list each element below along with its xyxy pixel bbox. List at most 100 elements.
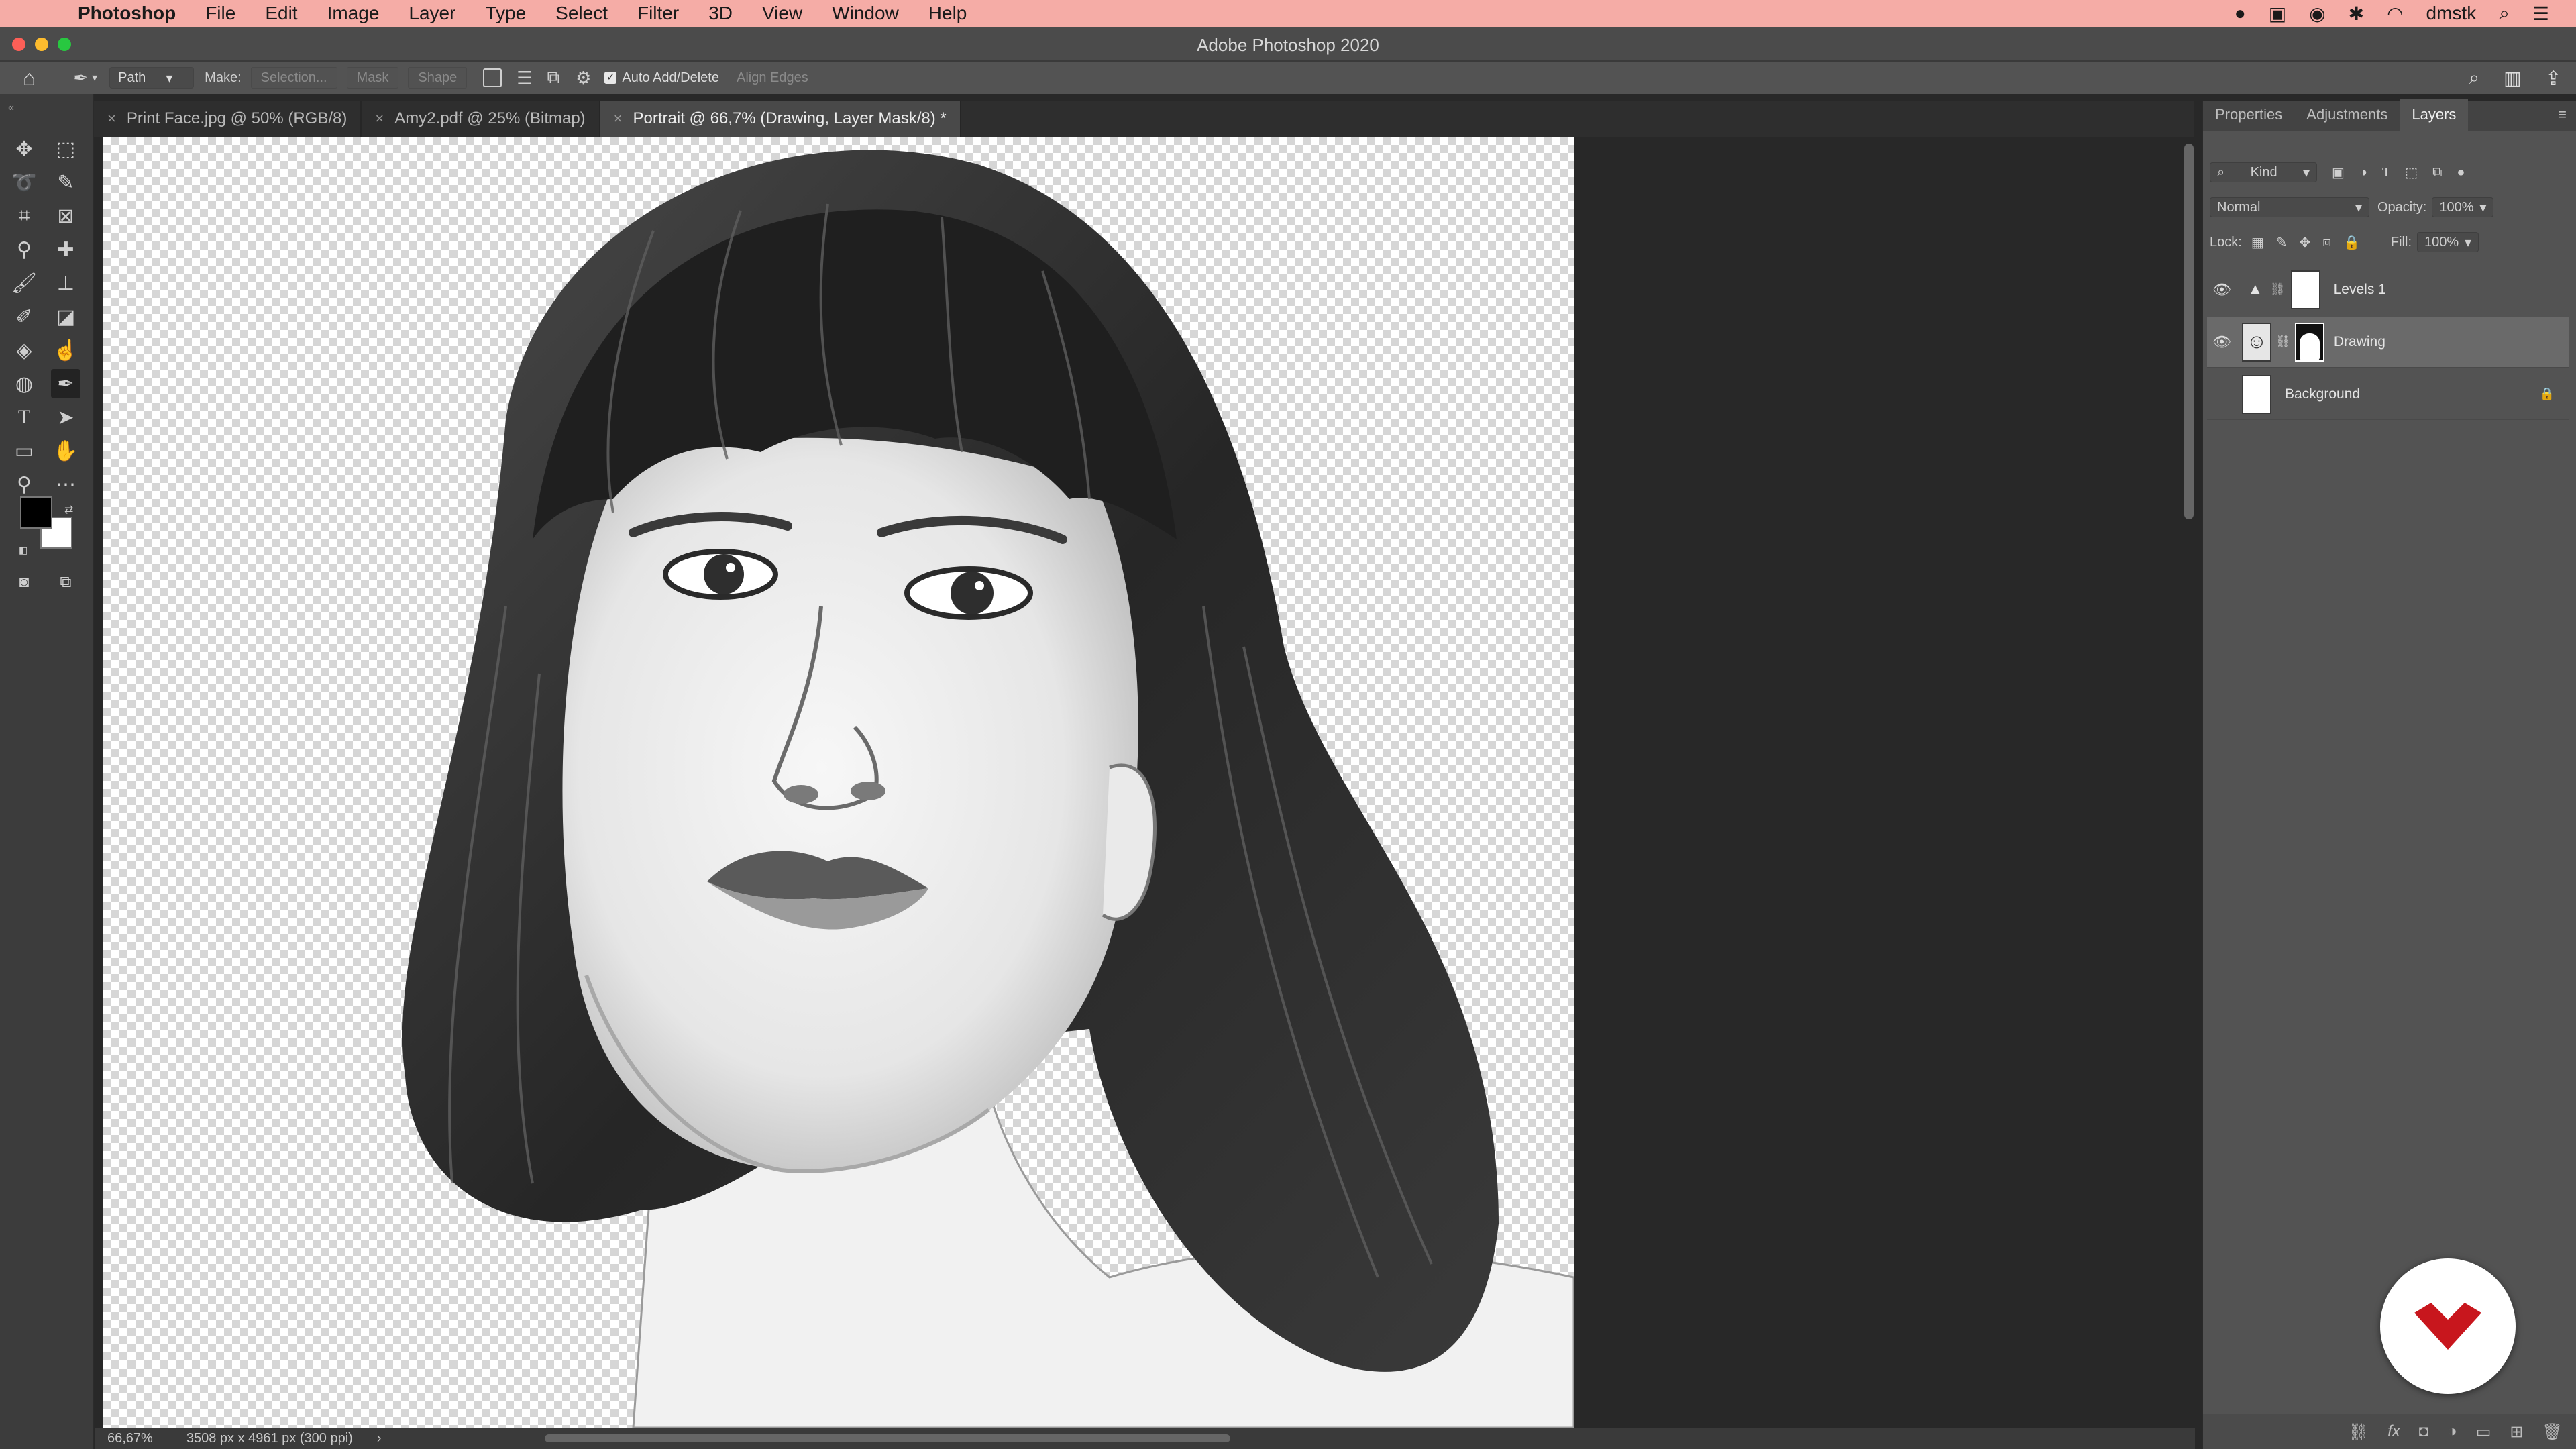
- mode-select[interactable]: Path ▾: [109, 67, 195, 89]
- tab-portrait[interactable]: × Portrait @ 66,7% (Drawing, Layer Mask/8…: [600, 101, 961, 137]
- cloud-sync-icon[interactable]: ◉: [2309, 3, 2325, 25]
- menu-type[interactable]: Type: [485, 3, 526, 24]
- layer-mask-thumbnail[interactable]: [2290, 270, 2320, 309]
- layer-row-drawing[interactable]: 👁 ☺ ⛓ Drawing: [2207, 317, 2569, 368]
- zoom-tool-icon[interactable]: ⚲: [9, 470, 39, 499]
- lasso-tool-icon[interactable]: ➰: [9, 168, 39, 197]
- wifi-icon[interactable]: ◠: [2387, 3, 2403, 25]
- menu-app[interactable]: Photoshop: [78, 3, 176, 24]
- chevron-down-icon[interactable]: ▾: [92, 71, 97, 85]
- visibility-eye-icon[interactable]: 👁: [2207, 281, 2237, 299]
- filter-smart-object-icon[interactable]: ⧉: [2432, 165, 2442, 180]
- clone-stamp-tool-icon[interactable]: ⊥: [51, 268, 80, 298]
- lock-transparent-pixels-icon[interactable]: ▦: [2251, 234, 2264, 251]
- menu-help[interactable]: Help: [928, 3, 967, 24]
- layer-style-fx-icon[interactable]: fx: [2387, 1422, 2400, 1441]
- menu-filter[interactable]: Filter: [637, 3, 679, 24]
- marquee-tool-icon[interactable]: ⬚: [51, 134, 80, 164]
- move-tool-icon[interactable]: ✥: [9, 134, 39, 164]
- foreground-color-swatch[interactable]: [20, 496, 52, 529]
- blend-mode-select[interactable]: Normal ▾: [2210, 197, 2369, 217]
- horizontal-scrollbar[interactable]: [545, 1434, 1230, 1442]
- paint-bucket-tool-icon[interactable]: ◈: [9, 335, 39, 365]
- pen-tool-icon[interactable]: ✒: [51, 369, 80, 398]
- tab-adjustments[interactable]: Adjustments: [2294, 99, 2400, 131]
- menu-layer[interactable]: Layer: [409, 3, 455, 24]
- filter-toggle-icon[interactable]: ●: [2457, 165, 2465, 180]
- filter-adjustment-icon[interactable]: ◑: [2359, 165, 2367, 180]
- document-canvas[interactable]: [103, 137, 1574, 1428]
- filter-type-icon[interactable]: T: [2382, 165, 2390, 180]
- lock-all-icon[interactable]: 🔒: [2343, 234, 2360, 251]
- tab-print-face[interactable]: × Print Face.jpg @ 50% (RGB/8): [94, 101, 362, 137]
- pen-tool-preset-icon[interactable]: ✒: [73, 68, 88, 89]
- link-layers-icon[interactable]: ⛓: [2349, 1422, 2369, 1442]
- hand-tool-icon[interactable]: ✋: [51, 436, 80, 466]
- path-selection-tool-icon[interactable]: ➤: [51, 402, 80, 432]
- tab-properties[interactable]: Properties: [2203, 99, 2294, 131]
- add-mask-icon[interactable]: ◘: [2419, 1422, 2429, 1441]
- creative-cloud-icon[interactable]: ●: [2235, 3, 2246, 24]
- eyedropper-tool-icon[interactable]: ⚲: [9, 235, 39, 264]
- layer-thumbnail[interactable]: [2242, 374, 2271, 414]
- screen-icon[interactable]: ▣: [2269, 3, 2286, 25]
- menu-select[interactable]: Select: [555, 3, 608, 24]
- notification-center-icon[interactable]: ☰: [2532, 3, 2549, 25]
- menu-edit[interactable]: Edit: [265, 3, 297, 24]
- delete-layer-icon[interactable]: 🗑: [2542, 1422, 2563, 1442]
- workspace-icon[interactable]: ▥: [2504, 67, 2521, 89]
- filter-shape-icon[interactable]: ⬚: [2405, 164, 2418, 181]
- smudge-tool-icon[interactable]: ☝: [51, 335, 80, 365]
- link-chain-icon[interactable]: ⛓: [2275, 335, 2291, 349]
- align-edges-option[interactable]: Align Edges: [737, 70, 808, 86]
- make-shape-button[interactable]: Shape: [408, 67, 468, 89]
- status-menu-arrow[interactable]: ›: [377, 1431, 382, 1446]
- link-chain-icon[interactable]: ⛓: [2270, 282, 2286, 297]
- new-adjustment-layer-icon[interactable]: ◑: [2447, 1422, 2457, 1441]
- new-layer-icon[interactable]: ⊞: [2510, 1422, 2523, 1442]
- tab-amy2[interactable]: × Amy2.pdf @ 25% (Bitmap): [362, 101, 600, 137]
- new-group-icon[interactable]: ▭: [2476, 1422, 2491, 1442]
- close-icon[interactable]: ×: [375, 110, 384, 127]
- vertical-scrollbar[interactable]: [2184, 144, 2194, 519]
- path-operations-icon[interactable]: [483, 68, 502, 87]
- quick-mask-icon[interactable]: ◙: [9, 568, 39, 597]
- menu-file[interactable]: File: [205, 3, 235, 24]
- type-tool-icon[interactable]: T: [9, 402, 39, 432]
- make-selection-button[interactable]: Selection...: [250, 67, 337, 89]
- eraser-tool-icon[interactable]: ◪: [51, 302, 80, 331]
- user-name[interactable]: dmstk: [2426, 3, 2477, 24]
- rectangle-tool-icon[interactable]: ▭: [9, 436, 39, 466]
- auto-add-delete-checkbox[interactable]: ✓ Auto Add/Delete: [604, 70, 719, 86]
- layer-filter-kind-select[interactable]: ⌕ Kind ▾: [2210, 162, 2317, 182]
- layer-row-background[interactable]: · Background 🔒: [2207, 369, 2569, 420]
- path-arrangement-icon[interactable]: ⧉: [547, 67, 560, 89]
- lock-position-icon[interactable]: ✥: [2299, 234, 2310, 251]
- tab-layers[interactable]: Layers: [2400, 99, 2469, 131]
- bluetooth-icon[interactable]: ✱: [2349, 3, 2364, 25]
- close-icon[interactable]: ×: [614, 110, 623, 127]
- menu-window[interactable]: Window: [832, 3, 899, 24]
- panel-menu-icon[interactable]: ≡: [2548, 106, 2576, 131]
- quick-selection-tool-icon[interactable]: ✎: [51, 168, 80, 197]
- screen-mode-icon[interactable]: ⧉: [51, 568, 80, 597]
- path-alignment-icon[interactable]: ☰: [517, 68, 532, 89]
- settings-gear-icon[interactable]: ⚙: [576, 68, 591, 89]
- default-colors-icon[interactable]: ◧: [19, 545, 28, 556]
- close-icon[interactable]: ×: [107, 110, 116, 127]
- menu-image[interactable]: Image: [327, 3, 380, 24]
- layer-thumbnail[interactable]: ☺: [2242, 322, 2271, 362]
- share-icon[interactable]: ⇪: [2546, 67, 2561, 89]
- make-mask-button[interactable]: Mask: [346, 67, 399, 89]
- opacity-input[interactable]: 100% ▾: [2432, 197, 2494, 217]
- menu-3d[interactable]: 3D: [708, 3, 733, 24]
- layer-row-levels[interactable]: 👁 ▲ ⛓ Levels 1: [2207, 264, 2569, 315]
- lock-image-pixels-icon[interactable]: ✎: [2276, 234, 2288, 251]
- visibility-toggle-empty[interactable]: ·: [2207, 386, 2237, 403]
- lock-artboard-icon[interactable]: ⧈: [2322, 235, 2331, 250]
- crop-tool-icon[interactable]: ⌗: [9, 201, 39, 231]
- collapse-panel-icon[interactable]: «: [8, 102, 14, 114]
- layer-mask-thumbnail[interactable]: [2294, 322, 2324, 362]
- history-brush-tool-icon[interactable]: ✐: [9, 302, 39, 331]
- dodge-tool-icon[interactable]: ◍: [9, 369, 39, 398]
